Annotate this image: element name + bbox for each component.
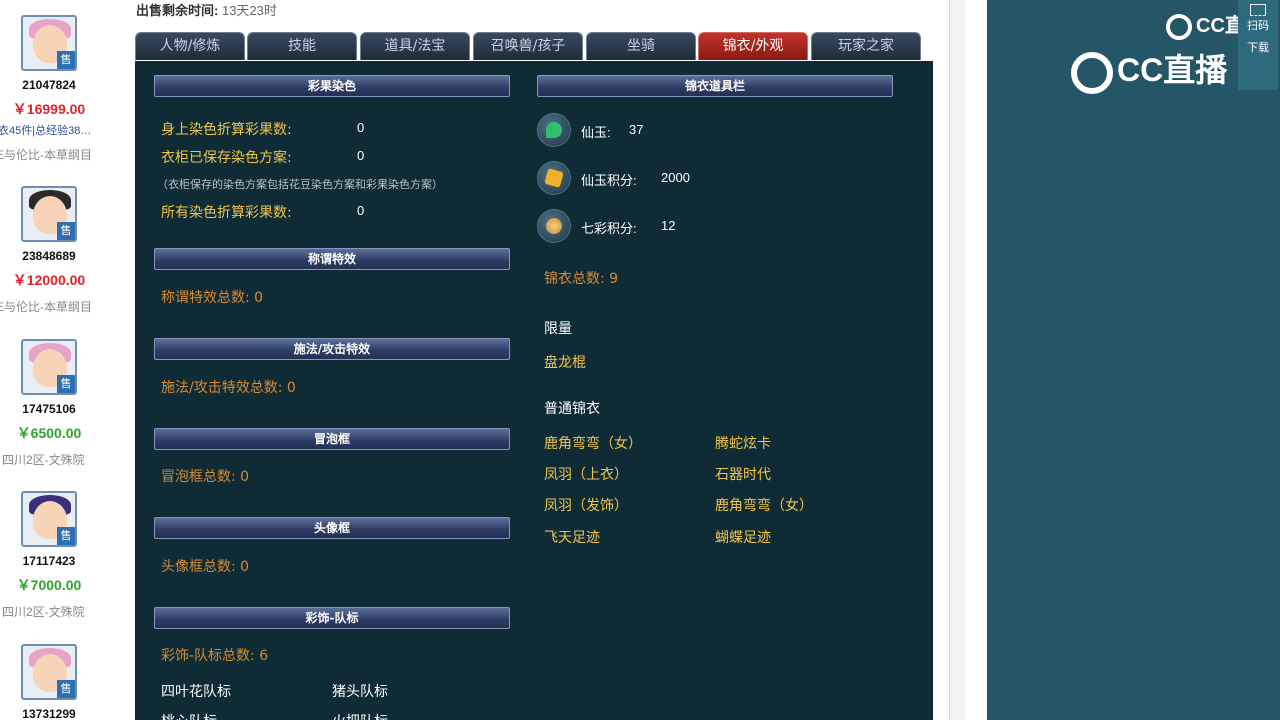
rainbow-points-value: 12: [661, 218, 676, 233]
listing-id: 13731299: [22, 707, 76, 720]
jade-points-label: 仙玉积分:: [581, 173, 637, 188]
dye-label-wardrobe: 衣柜已保存染色方案:: [161, 150, 292, 166]
page-scrollbar[interactable]: [949, 0, 965, 720]
listing-id: 17117423: [22, 554, 76, 568]
jade-points-value: 2000: [661, 170, 690, 185]
tab-skills[interactable]: 技能: [247, 32, 357, 60]
outfit-bar-header: 锦衣道具栏: [537, 75, 893, 97]
sale-badge: 售: [57, 527, 75, 545]
outfit-panel: 彩果染色 身上染色折算彩果数: 0 衣柜已保存染色方案: 0 （衣柜保存的染色方…: [135, 61, 933, 720]
listing-price: ￥12000.00: [12, 272, 86, 288]
listing-server: E与伦比-本草纲目: [0, 148, 93, 162]
listing-id: 23848689: [22, 249, 76, 263]
sale-time-label: 出售剩余时间:: [136, 3, 219, 18]
main-panel: 出售剩余时间: 13天23时 人物/修炼 技能 道具/法宝 召唤兽/孩子 坐骑 …: [118, 0, 948, 720]
qr-scan-icon: [1250, 4, 1266, 16]
jade-icon: [537, 113, 571, 147]
cc-logo-icon: [1071, 51, 1113, 94]
listing-price: ￥6500.00: [16, 425, 82, 441]
title-effect-count: 称谓特效总数: 0: [161, 290, 264, 306]
stream-background: [987, 0, 1280, 720]
cc-logo-icon: [1166, 13, 1192, 40]
tab-mounts[interactable]: 坐骑: [586, 32, 696, 60]
tab-character[interactable]: 人物/修炼: [135, 32, 245, 60]
team-flag-header: 彩饰-队标: [154, 607, 510, 629]
normal-item: 凤羽（上衣）: [544, 467, 628, 483]
sale-badge: 售: [57, 375, 75, 393]
outfit-total: 锦衣总数: 9: [544, 271, 619, 287]
listing-price: ￥7000.00: [16, 577, 82, 593]
team-flag-item: 四叶花队标: [161, 684, 231, 700]
avatar[interactable]: 售: [21, 15, 77, 71]
avatar[interactable]: 售: [21, 186, 77, 242]
dye-note: （衣柜保存的染色方案包括花豆染色方案和彩果染色方案）: [157, 178, 443, 191]
listing-id: 21047824: [22, 78, 76, 92]
team-flag-item: 桃心队标: [161, 711, 217, 720]
scan-label: 扫码: [1247, 19, 1269, 32]
normal-item: 飞天足迹: [544, 530, 600, 546]
limited-title: 限量: [544, 321, 572, 337]
avatar[interactable]: 售: [21, 644, 77, 700]
jade-label: 仙玉:: [581, 125, 611, 140]
normal-item: 凤羽（发饰）: [544, 498, 628, 514]
listing-server: 四川2区-文殊院: [2, 453, 85, 467]
divider-strip: [965, 0, 987, 720]
sale-badge: 售: [57, 222, 75, 240]
sale-badge: 售: [57, 680, 75, 698]
listing-id: 17475106: [22, 402, 76, 416]
cc-logo-big: CC直播: [1071, 46, 1227, 94]
tab-player-home[interactable]: 玩家之家: [811, 32, 921, 60]
listing-server: E与伦比-本草纲目: [0, 300, 93, 314]
team-flag-item: 猪头队标: [332, 684, 388, 700]
normal-item: 蝴蝶足迹: [715, 530, 771, 546]
tab-bar: 人物/修炼 技能 道具/法宝 召唤兽/孩子 坐骑 锦衣/外观 玩家之家: [135, 32, 935, 60]
avatar-frame-header: 头像框: [154, 517, 510, 539]
sale-time-value: 13天23时: [221, 3, 277, 18]
dye-label-all: 所有染色折算彩果数:: [161, 205, 292, 221]
sale-badge: 售: [57, 51, 75, 69]
listing-price: ￥16999.00: [12, 101, 86, 117]
listing-server: 四川2区-文殊院: [2, 605, 85, 619]
team-flag-count: 彩饰-队标总数: 6: [161, 648, 269, 664]
normal-title: 普通锦衣: [544, 401, 600, 417]
limited-item: 盘龙棍: [544, 355, 586, 371]
bubble-header: 冒泡框: [154, 428, 510, 450]
dye-value-wardrobe: 0: [357, 148, 365, 163]
avatar-frame-count: 头像框总数: 0: [161, 559, 250, 575]
normal-item: 鹿角弯弯（女）: [715, 498, 813, 514]
scan-download-button[interactable]: 扫码 下载: [1238, 0, 1278, 90]
listing-extra[interactable]: 衣45件|总经验38…: [0, 122, 91, 138]
tab-outfits[interactable]: 锦衣/外观: [698, 32, 808, 60]
tab-summons[interactable]: 召唤兽/孩子: [473, 32, 583, 60]
download-label: 下载: [1247, 41, 1269, 54]
jade-value: 37: [629, 122, 644, 137]
rainbow-points-icon: [537, 209, 571, 243]
avatar[interactable]: 售: [21, 339, 77, 395]
jade-points-icon: [537, 161, 571, 195]
rainbow-points-label: 七彩积分:: [581, 221, 637, 236]
cast-effect-count: 施法/攻击特效总数: 0: [161, 380, 296, 396]
team-flag-item: 火把队标: [332, 711, 388, 720]
avatar[interactable]: 售: [21, 491, 77, 547]
dye-value-body: 0: [357, 120, 365, 135]
normal-item: 鹿角弯弯（女）: [544, 436, 642, 452]
bubble-count: 冒泡框总数: 0: [161, 469, 250, 485]
cast-effect-header: 施法/攻击特效: [154, 338, 510, 360]
normal-item: 石器时代: [715, 467, 771, 483]
cc-logo-big-text: CC直播: [1117, 52, 1228, 88]
dye-value-all: 0: [357, 203, 365, 218]
listing-column: 售 21047824 ￥16999.00 衣45件|总经验38… E与伦比-本草…: [0, 0, 117, 720]
normal-item: 腾蛇炫卡: [715, 436, 771, 452]
dye-label-body: 身上染色折算彩果数:: [161, 122, 292, 138]
title-effect-header: 称谓特效: [154, 248, 510, 270]
dye-header: 彩果染色: [154, 75, 510, 97]
tab-items[interactable]: 道具/法宝: [360, 32, 470, 60]
sale-time: 出售剩余时间: 13天23时: [136, 0, 277, 19]
